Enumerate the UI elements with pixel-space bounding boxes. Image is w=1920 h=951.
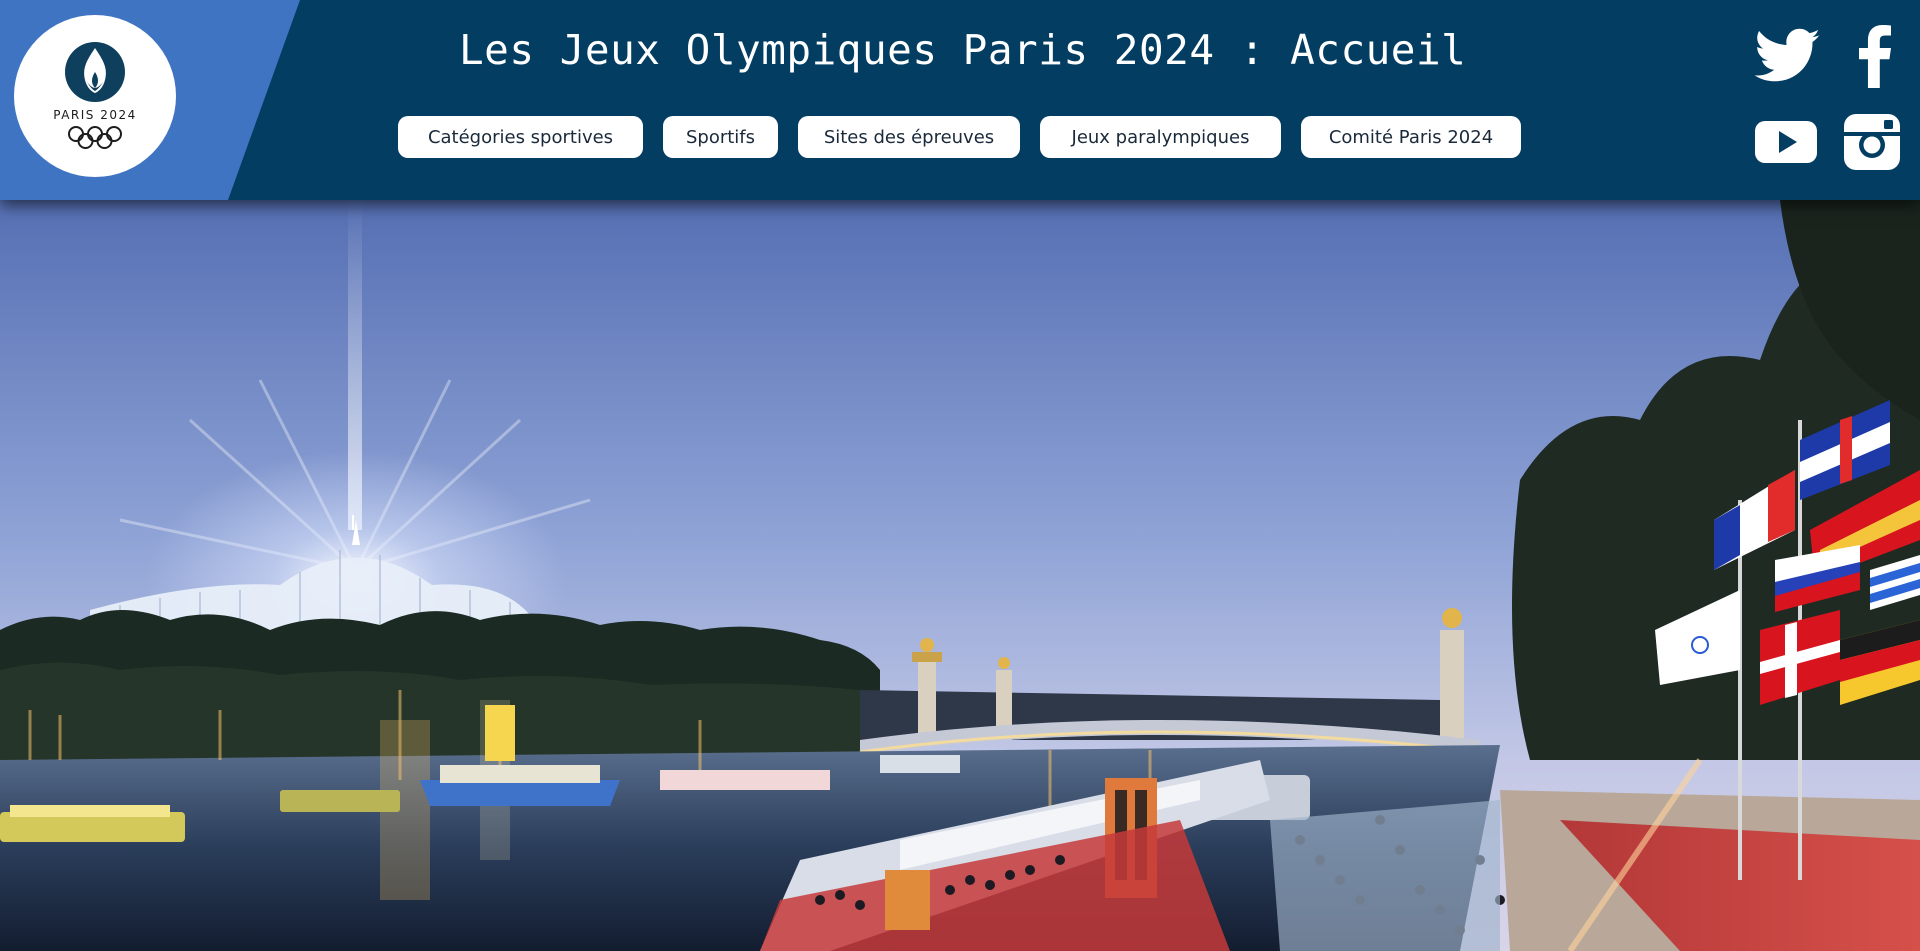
youtube-icon	[1755, 121, 1817, 163]
page: PARIS 2024 Les Jeux Olympiques Paris 202…	[0, 0, 1920, 951]
nav-button-sites[interactable]: Sites des épreuves	[798, 116, 1020, 158]
facebook-link[interactable]	[1855, 24, 1895, 88]
nav-button-sportifs[interactable]: Sportifs	[663, 116, 778, 158]
nav-button-categories[interactable]: Catégories sportives	[398, 116, 643, 158]
twitter-link[interactable]	[1755, 26, 1821, 86]
paris-2024-flame-icon	[65, 41, 125, 102]
nav-button-paralympiques[interactable]: Jeux paralympiques	[1040, 116, 1281, 158]
twitter-icon	[1755, 28, 1820, 82]
page-title: Les Jeux Olympiques Paris 2024 : Accueil	[459, 26, 1467, 74]
logo-text: PARIS 2024	[53, 107, 137, 122]
nav-button-comite[interactable]: Comité Paris 2024	[1301, 116, 1521, 158]
paris-2024-logo[interactable]: PARIS 2024	[14, 15, 176, 177]
olympic-rings-icon	[68, 125, 122, 149]
hero-image	[0, 200, 1920, 951]
youtube-link[interactable]	[1754, 118, 1818, 166]
instagram-icon	[1844, 114, 1900, 170]
facebook-icon	[1859, 24, 1891, 88]
main-nav: Catégories sportives Sportifs Sites des …	[398, 116, 1521, 158]
site-header: PARIS 2024 Les Jeux Olympiques Paris 202…	[0, 0, 1920, 200]
instagram-link[interactable]	[1842, 112, 1902, 172]
seine-river-night-scene	[0, 200, 1920, 951]
